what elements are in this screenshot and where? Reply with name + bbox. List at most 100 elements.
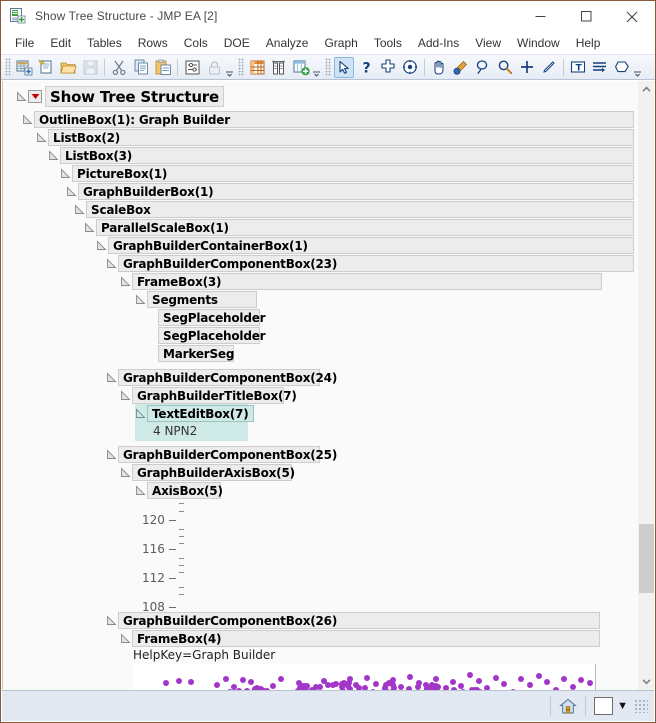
tree-node-graphbuildercomponentbox23[interactable]: GraphBuilderComponentBox(23) xyxy=(106,254,634,272)
disclosure-triangle-icon[interactable] xyxy=(120,632,131,644)
toolbar-overflow-2[interactable] xyxy=(312,57,321,77)
paste-icon[interactable] xyxy=(153,57,173,78)
tree-node-graphbuildercomponentbox25[interactable]: GraphBuilderComponentBox(25) xyxy=(106,445,637,463)
tree-node-axisbox5[interactable]: AxisBox(5) xyxy=(135,481,637,499)
scroll-up-arrow-icon[interactable] xyxy=(638,81,655,98)
add-column-icon[interactable] xyxy=(291,57,311,78)
grabber-hand-icon[interactable] xyxy=(429,57,449,78)
scroll-thumb[interactable] xyxy=(639,523,654,593)
minimize-button[interactable] xyxy=(517,1,563,32)
disclosure-triangle-icon[interactable] xyxy=(84,221,95,233)
lock-icon[interactable] xyxy=(204,57,224,78)
color-swatch-control[interactable]: ▼ xyxy=(594,695,628,717)
column-viewer-icon[interactable] xyxy=(269,57,289,78)
menu-window[interactable]: Window xyxy=(509,34,568,52)
tree-node-segplaceholder-1[interactable]: SegPlaceholder xyxy=(158,308,637,326)
disclosure-triangle-icon[interactable] xyxy=(106,257,117,269)
toolbar-overflow-1[interactable] xyxy=(225,57,234,77)
disclosure-triangle-icon[interactable] xyxy=(106,614,117,626)
chevron-down-icon[interactable]: ▼ xyxy=(617,700,628,712)
disclosure-triangle-icon[interactable] xyxy=(22,113,33,125)
disclosure-triangle-icon[interactable] xyxy=(60,167,71,179)
menu-analyze[interactable]: Analyze xyxy=(258,34,317,52)
save-icon[interactable] xyxy=(80,57,100,78)
tree-node-parallelscalebox1[interactable]: ParallelScaleBox(1) xyxy=(84,218,634,236)
tree-node-graphbuilderbox1[interactable]: GraphBuilderBox(1) xyxy=(66,182,634,200)
disclosure-triangle-icon[interactable] xyxy=(106,371,117,383)
tree-node-graphbuilderaxisbox5[interactable]: GraphBuilderAxisBox(5) xyxy=(120,463,637,481)
toolbar-grip-3[interactable] xyxy=(325,58,331,76)
brush-icon[interactable] xyxy=(451,57,471,78)
lasso-icon[interactable] xyxy=(473,57,493,78)
disclosure-triangle-icon[interactable] xyxy=(66,185,77,197)
menu-cols[interactable]: Cols xyxy=(176,34,216,52)
toolbar-overflow-3[interactable] xyxy=(633,57,642,77)
menu-doe[interactable]: DOE xyxy=(216,34,258,52)
copy-icon[interactable] xyxy=(131,57,151,78)
question-help-icon[interactable]: ? xyxy=(356,57,376,78)
tree-node-listbox3[interactable]: ListBox(3) xyxy=(48,146,634,164)
table-properties-icon[interactable] xyxy=(182,57,202,78)
crosshair-icon[interactable] xyxy=(378,57,398,78)
tree-node-listbox2[interactable]: ListBox(2) xyxy=(36,128,634,146)
disclosure-triangle-icon[interactable] xyxy=(74,203,85,215)
menu-graph[interactable]: Graph xyxy=(316,34,365,52)
disclosure-triangle-icon[interactable] xyxy=(135,484,146,496)
disclosure-triangle-icon[interactable] xyxy=(48,149,59,161)
tree-node-segplaceholder-2[interactable]: SegPlaceholder xyxy=(158,326,637,344)
tree-node-framebox4[interactable]: FrameBox(4) xyxy=(120,629,600,647)
red-triangle-menu-icon[interactable] xyxy=(28,89,42,103)
toolbar-grip-1[interactable] xyxy=(5,58,11,76)
crosshairs-plus-icon[interactable] xyxy=(517,57,537,78)
close-button[interactable] xyxy=(609,1,655,32)
toolbar-grip-2[interactable] xyxy=(238,58,244,76)
tree-root-node[interactable]: Show Tree Structure xyxy=(16,85,637,107)
disclosure-triangle-icon[interactable] xyxy=(96,239,107,251)
new-script-icon[interactable] xyxy=(36,57,56,78)
simple-shape-icon[interactable] xyxy=(590,57,610,78)
disclosure-triangle-icon[interactable] xyxy=(135,293,146,305)
cut-icon[interactable] xyxy=(109,57,129,78)
tree-node-framebox3[interactable]: FrameBox(3) xyxy=(120,272,602,290)
disclosure-triangle-icon[interactable] xyxy=(120,275,131,287)
menu-tables[interactable]: Tables xyxy=(79,34,130,52)
tree-structure-pane[interactable]: Show Tree Structure OutlineBox(1): Graph… xyxy=(2,81,637,690)
polygon-icon[interactable] xyxy=(612,57,632,78)
arrow-select-icon[interactable] xyxy=(334,56,354,78)
disclosure-triangle-icon[interactable] xyxy=(106,448,117,460)
tree-node-scalebox[interactable]: ScaleBox xyxy=(74,200,634,218)
tree-node-graphbuildercomponentbox26[interactable]: GraphBuilderComponentBox(26) xyxy=(106,611,600,629)
color-swatch[interactable] xyxy=(594,697,614,715)
tree-node-texteditbox7-selected[interactable]: TextEditBox(7) 4 NPN2 xyxy=(135,404,254,441)
menu-view[interactable]: View xyxy=(467,34,509,52)
vertical-scrollbar[interactable] xyxy=(637,81,654,690)
text-annotate-icon[interactable]: T xyxy=(568,57,588,78)
menu-add-ins[interactable]: Add-Ins xyxy=(410,34,467,52)
scroller-icon[interactable] xyxy=(400,57,420,78)
tree-node-graphbuildercomponentbox24[interactable]: GraphBuilderComponentBox(24) xyxy=(106,368,637,386)
menu-tools[interactable]: Tools xyxy=(366,34,410,52)
open-icon[interactable] xyxy=(58,57,78,78)
home-window-icon[interactable] xyxy=(559,695,577,717)
new-data-table-icon[interactable] xyxy=(14,57,34,78)
tree-node-graphbuildertitlebox7[interactable]: GraphBuilderTitleBox(7) xyxy=(120,386,637,404)
maximize-button[interactable] xyxy=(563,1,609,32)
disclosure-triangle-icon[interactable] xyxy=(135,407,146,419)
menu-edit[interactable]: Edit xyxy=(42,34,79,52)
tree-node-picturebox1[interactable]: PictureBox(1) xyxy=(60,164,634,182)
tree-node-outlinebox1[interactable]: OutlineBox(1): Graph Builder xyxy=(22,110,634,128)
tree-node-markerseg[interactable]: MarkerSeg xyxy=(158,344,637,362)
disclosure-triangle-icon[interactable] xyxy=(120,466,131,478)
scatter-plot-frame[interactable] xyxy=(133,664,596,690)
magnifier-icon[interactable] xyxy=(495,57,515,78)
tree-node-graphbuildercontainerbox1[interactable]: GraphBuilderContainerBox(1) xyxy=(96,236,634,254)
collapse-triangle-icon[interactable] xyxy=(16,90,27,102)
disclosure-triangle-icon[interactable] xyxy=(36,131,47,143)
tree-node-segments[interactable]: Segments xyxy=(135,290,637,308)
menu-rows[interactable]: Rows xyxy=(130,34,176,52)
menu-file[interactable]: File xyxy=(7,34,42,52)
menu-help[interactable]: Help xyxy=(568,34,609,52)
scroll-down-arrow-icon[interactable] xyxy=(638,673,655,690)
resize-grip-icon[interactable] xyxy=(634,699,648,713)
data-table-icon[interactable] xyxy=(247,57,267,78)
